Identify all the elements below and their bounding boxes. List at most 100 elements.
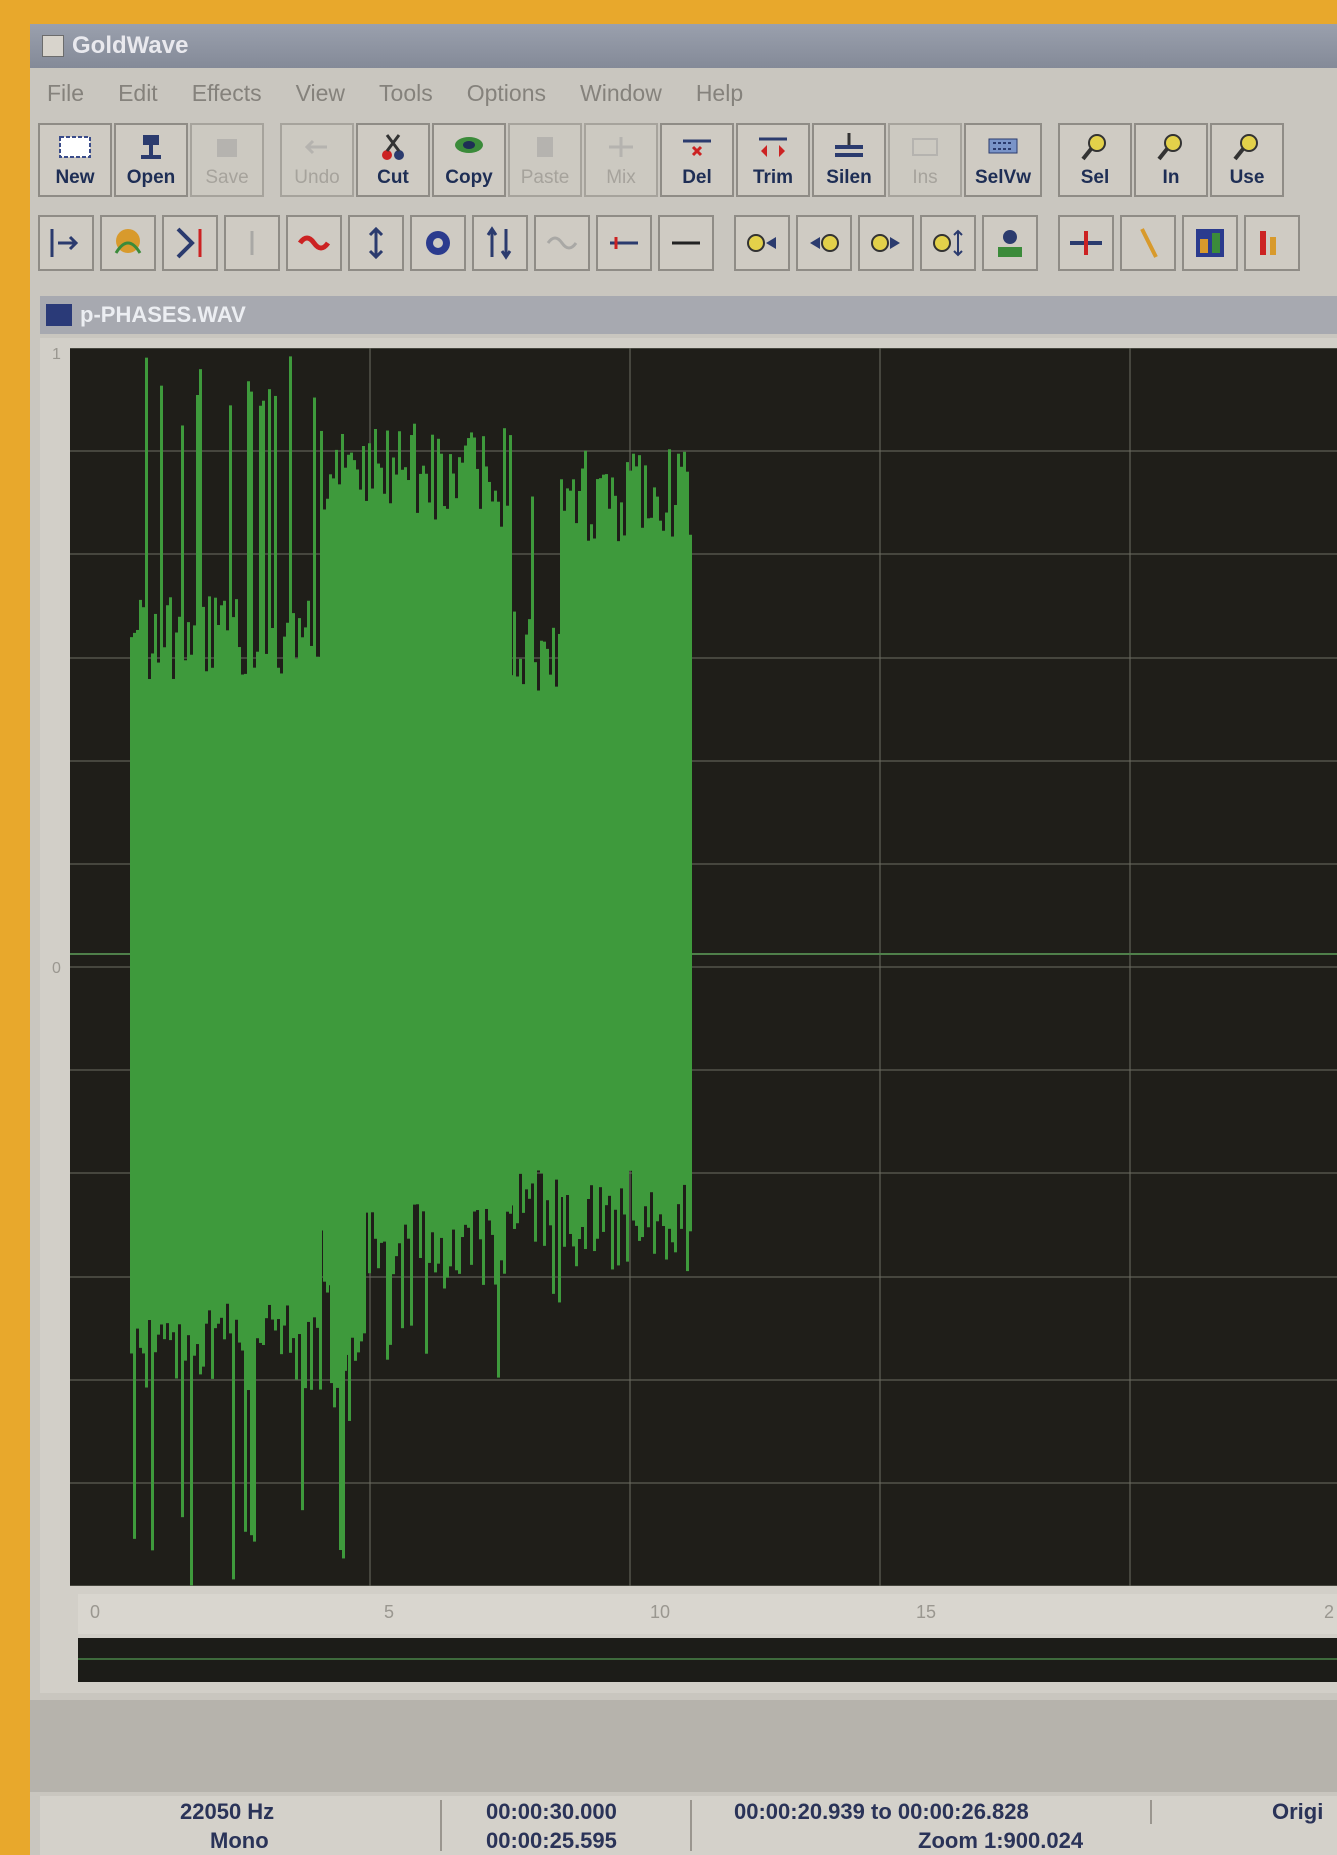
delete-button[interactable]: Del <box>660 123 734 197</box>
scissors-icon <box>382 134 404 160</box>
waveform-sample <box>338 484 341 1267</box>
waveform-view[interactable] <box>70 348 1337 1586</box>
waveform-sample <box>584 450 587 1250</box>
waveform-sample <box>479 508 482 1240</box>
volume-button[interactable] <box>920 215 976 271</box>
zoom-select-button[interactable]: Sel <box>1058 123 1132 197</box>
meter-button[interactable] <box>1244 215 1300 271</box>
menu-window[interactable]: Window <box>580 80 662 107</box>
line-button[interactable] <box>658 215 714 271</box>
waveform-sample <box>407 480 410 1239</box>
open-button[interactable]: Open <box>114 123 188 197</box>
waveform-sample <box>247 381 250 1391</box>
select-view-button[interactable]: SelVw <box>964 123 1042 197</box>
silence-button[interactable]: Silen <box>812 123 886 197</box>
waveform-sample <box>178 616 181 1325</box>
waveform-sample <box>310 645 313 1390</box>
zoom-use-button-label: Use <box>1229 167 1265 188</box>
zoom-in-button-label: In <box>1162 167 1180 188</box>
menu-help[interactable]: Help <box>696 80 743 107</box>
waveform-sample <box>611 477 614 1270</box>
menu-file[interactable]: File <box>47 80 84 107</box>
waveform-sample <box>665 512 668 1260</box>
overview-bar[interactable] <box>78 1638 1337 1682</box>
waveform-sample <box>602 474 605 1232</box>
waveform-sample <box>446 508 449 1278</box>
insert-button[interactable]: Ins <box>888 123 962 197</box>
waveform-sample <box>620 502 623 1189</box>
status-divider <box>440 1800 442 1851</box>
paste-button[interactable]: Paste <box>508 123 582 197</box>
waveform-sample <box>422 465 425 1212</box>
speaker-button[interactable] <box>982 215 1038 271</box>
waveform-sample <box>193 625 196 1356</box>
match-button[interactable] <box>1058 215 1114 271</box>
waveform-sample <box>605 474 608 1206</box>
cut-button-label: Cut <box>377 167 409 188</box>
fade-out-right-button[interactable] <box>858 215 914 271</box>
menu-edit[interactable]: Edit <box>118 80 158 107</box>
waveform-sample <box>136 629 139 1329</box>
waveform-sample <box>644 465 647 1207</box>
waveform-sample <box>443 506 446 1289</box>
waveform-sample <box>464 445 467 1225</box>
resize-button[interactable] <box>348 215 404 271</box>
undo-button-label: Undo <box>294 167 340 188</box>
document-title: p-PHASES.WAV <box>80 302 246 327</box>
doppler-button[interactable] <box>410 215 466 271</box>
menu-options[interactable]: Options <box>467 80 546 107</box>
filter-button[interactable] <box>100 215 156 271</box>
waveform-sample <box>659 520 662 1215</box>
waveform-sample <box>341 433 344 1233</box>
waveform-sample <box>596 479 599 1239</box>
fade-out-left-button[interactable] <box>796 215 852 271</box>
waveform-sample <box>425 473 428 1354</box>
offset-button[interactable] <box>38 215 94 271</box>
spectrum-button[interactable] <box>1182 215 1238 271</box>
mix-icon <box>609 137 633 157</box>
pitch-button[interactable] <box>224 215 280 271</box>
menu-tools[interactable]: Tools <box>379 80 433 107</box>
file-length: 00:00:30.000 <box>486 1799 617 1824</box>
document-title-bar[interactable]: p-PHASES.WAV <box>40 296 1337 334</box>
flanger-button[interactable] <box>534 215 590 271</box>
waveform-graph[interactable] <box>70 348 1337 1586</box>
waveform-sample <box>211 667 214 1379</box>
save-button[interactable]: Save <box>190 123 264 197</box>
ruler-label-10: 10 <box>650 1602 671 1622</box>
waveform-sample <box>413 423 416 1205</box>
zoom-use-button[interactable]: Use <box>1210 123 1284 197</box>
status-divider <box>1150 1800 1152 1824</box>
menu-effects[interactable]: Effects <box>192 80 262 107</box>
zoom-in-button[interactable]: In <box>1134 123 1208 197</box>
copy-button-label: Copy <box>445 167 493 188</box>
trim-button[interactable]: Trim <box>736 123 810 197</box>
equalizer-button[interactable] <box>472 215 528 271</box>
fade-in-button[interactable] <box>734 215 790 271</box>
reverse-icon <box>176 227 202 259</box>
time-ruler[interactable]: 0 5 10 15 2 <box>78 1594 1337 1634</box>
waveform-sample <box>262 400 265 1346</box>
title-bar[interactable]: GoldWave <box>30 24 1337 68</box>
fade-button[interactable] <box>596 215 652 271</box>
waveform-sample <box>674 504 677 1253</box>
undo-button[interactable]: Undo <box>280 123 354 197</box>
waveform-sample <box>199 369 202 1375</box>
waveform-sample <box>641 527 644 1238</box>
reverse-button[interactable] <box>162 215 218 271</box>
waveform-sample <box>271 628 274 1320</box>
menu-view[interactable]: View <box>296 80 345 107</box>
copy-button[interactable]: Copy <box>432 123 506 197</box>
echo-button[interactable] <box>286 215 342 271</box>
waveform-sample <box>522 684 525 1213</box>
ruler-label-5: 5 <box>384 1602 395 1622</box>
echo-icon <box>297 235 331 251</box>
marker-button[interactable] <box>1120 215 1176 271</box>
waveform-sample <box>329 474 332 1286</box>
app-icon[interactable] <box>42 35 64 57</box>
new-button[interactable]: New <box>38 123 112 197</box>
mix-button[interactable]: Mix <box>584 123 658 197</box>
cut-button[interactable]: Cut <box>356 123 430 197</box>
waveform-sample <box>244 673 247 1532</box>
zoom-select-icon <box>1081 134 1106 161</box>
